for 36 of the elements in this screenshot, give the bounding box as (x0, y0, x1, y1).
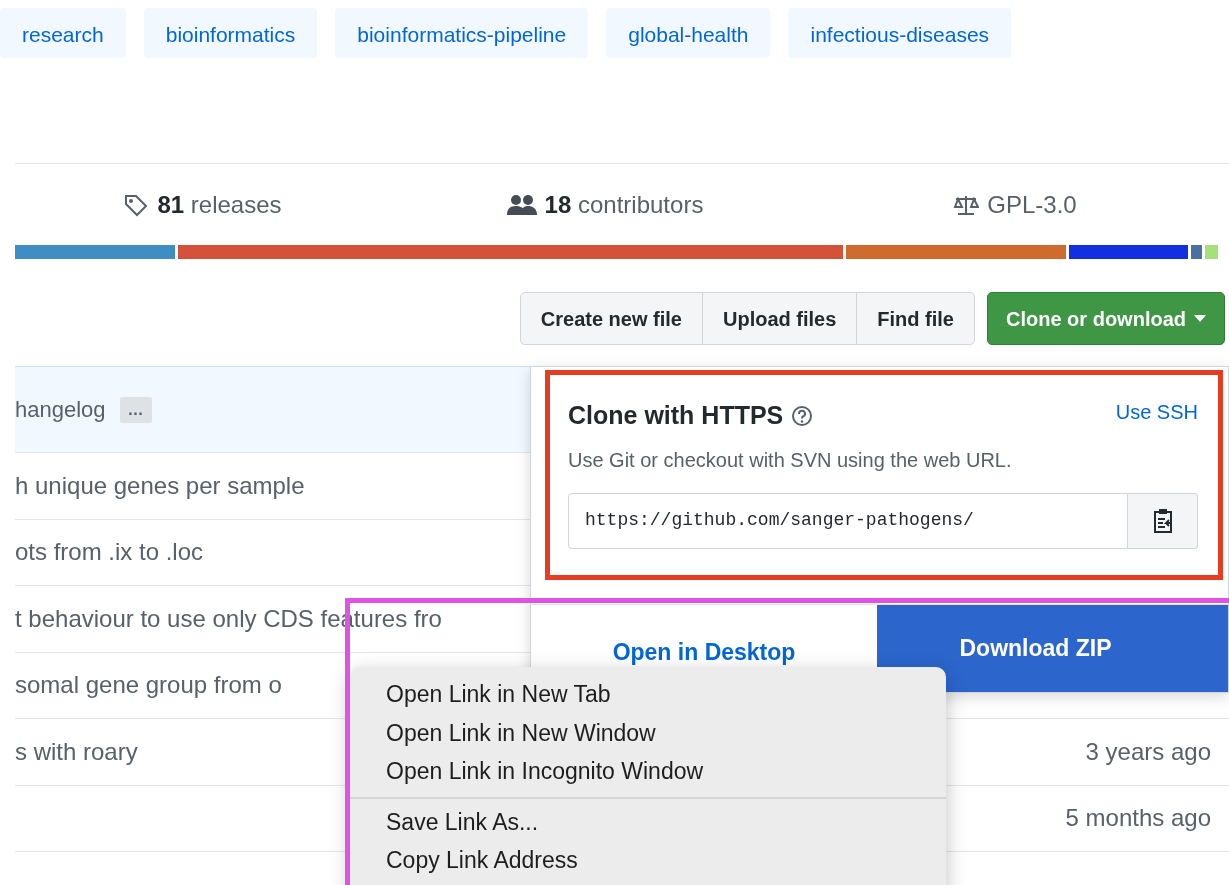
topic-tag[interactable]: research (0, 8, 126, 58)
people-icon (506, 193, 537, 216)
clone-button[interactable]: Clone or download (987, 292, 1225, 345)
url-field[interactable]: https://github.com/sanger-pathogens/ (568, 492, 1128, 549)
file-button[interactable]: Create new file (519, 292, 703, 345)
help-icon (791, 404, 814, 427)
topic-tag[interactable]: global-health (606, 8, 771, 58)
ellipsis-button[interactable]: … (119, 396, 152, 423)
commit-age: 3 years ago (1085, 736, 1211, 767)
commit-message[interactable]: h unique genes per sample (15, 467, 305, 504)
commit-message[interactable]: hangelog (15, 393, 106, 426)
copy-button[interactable] (1128, 492, 1198, 549)
stat-link[interactable]: 18 contributors (544, 186, 704, 223)
clipboard-icon (1151, 507, 1174, 534)
menu-item[interactable]: Copy Link Address (350, 841, 946, 880)
stat-link[interactable]: GPL-3.0 (987, 186, 1077, 223)
menu-item[interactable]: Open Link in New Window (350, 713, 946, 752)
caret-icon (1194, 314, 1206, 323)
scale-icon (953, 193, 980, 216)
topic-tag[interactable]: bioinformatics-pipeline (335, 8, 589, 58)
commit-message[interactable]: ots from .ix to .loc (15, 534, 204, 571)
file-button[interactable]: Upload files (702, 292, 858, 345)
file-button[interactable]: Find file (857, 292, 975, 345)
topic-tag[interactable]: infectious-diseases (788, 8, 1012, 58)
clone-description: Use Git or checkout with SVN using the web URL. (568, 447, 1013, 473)
tag-icon (123, 192, 150, 217)
commit-message[interactable]: s with roary (15, 733, 138, 770)
stat-link[interactable]: 81 releases (157, 186, 282, 223)
topic-tag[interactable]: bioinformatics (143, 8, 318, 58)
menu-item[interactable]: Open Link in Incognito Window (350, 752, 946, 791)
commit-age: 5 months ago (1065, 803, 1211, 834)
menu-item[interactable]: Save Link As... (350, 802, 946, 841)
use-ssh-link[interactable]: Use SSH (1115, 397, 1198, 427)
commit-message[interactable]: somal gene group from o (15, 667, 282, 704)
clone-title: Clone with HTTPS (568, 400, 784, 431)
download-zip-button[interactable]: Download ZIP (877, 605, 1228, 692)
